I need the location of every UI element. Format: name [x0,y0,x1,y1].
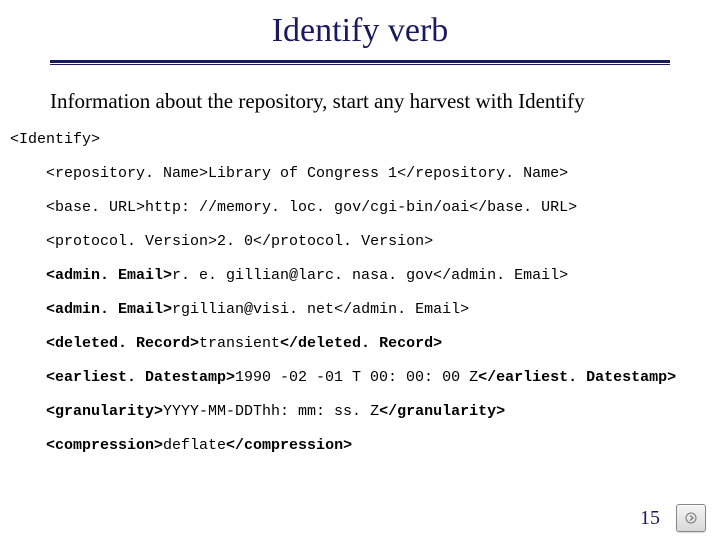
xml-value: YYYY-MM-DDThh: mm: ss. Z [163,403,379,420]
code-line: <admin. Email>rgillian@visi. net</admin.… [10,302,720,336]
code-line: <repository. Name>Library of Congress 1<… [10,166,720,200]
xml-value: deflate [163,437,226,454]
xml-value: http: //memory. loc. gov/cgi-bin/oai [145,199,469,216]
xml-tag-open: <earliest. Datestamp> [46,369,235,386]
xml-value: 1990 -02 -01 T 00: 00: 00 Z [235,369,478,386]
xml-tag-close: </earliest. Datestamp> [478,369,676,386]
xml-tag-open: <admin. Email> [46,301,172,318]
code-block: <Identify> <repository. Name>Library of … [0,132,720,472]
xml-tag-open: <deleted. Record> [46,335,199,352]
xml-tag-close: </admin. Email> [334,301,469,318]
code-line: <admin. Email>r. e. gillian@larc. nasa. … [10,268,720,302]
xml-value: r. e. gillian@larc. nasa. gov [172,267,433,284]
xml-tag-close: </granularity> [379,403,505,420]
slide-title: Identify verb [0,0,720,60]
code-line: <earliest. Datestamp>1990 -02 -01 T 00: … [10,370,720,404]
xml-tag-close: </deleted. Record> [280,335,442,352]
xml-tag-close: </compression> [226,437,352,454]
next-slide-button[interactable] [676,504,706,532]
xml-tag-open: <admin. Email> [46,267,172,284]
xml-tag-open: <compression> [46,437,163,454]
xml-tag-close: </base. URL> [469,199,577,216]
xml-tag-close: </protocol. Version> [253,233,433,250]
xml-tag-open: <base. URL> [46,199,145,216]
xml-tag-close: </admin. Email> [433,267,568,284]
xml-tag-open: <repository. Name> [46,165,208,182]
xml-value: 2. 0 [217,233,253,250]
xml-value: transient [199,335,280,352]
xml-tag-open: <granularity> [46,403,163,420]
code-line: <protocol. Version>2. 0</protocol. Versi… [10,234,720,268]
chevron-right-icon [685,512,697,524]
footer: 15 [640,504,706,532]
code-line: <deleted. Record>transient</deleted. Rec… [10,336,720,370]
xml-tag-close: </repository. Name> [397,165,568,182]
code-open-tag: <Identify> [10,132,720,166]
page-number: 15 [640,507,660,530]
xml-value: Library of Congress 1 [208,165,397,182]
code-line: <base. URL>http: //memory. loc. gov/cgi-… [10,200,720,234]
slide-subtitle: Information about the repository, start … [0,65,720,132]
code-line: <granularity>YYYY-MM-DDThh: mm: ss. Z</g… [10,404,720,438]
code-line: <compression>deflate</compression> [10,438,720,472]
xml-tag-open: <protocol. Version> [46,233,217,250]
xml-value: rgillian@visi. net [172,301,334,318]
